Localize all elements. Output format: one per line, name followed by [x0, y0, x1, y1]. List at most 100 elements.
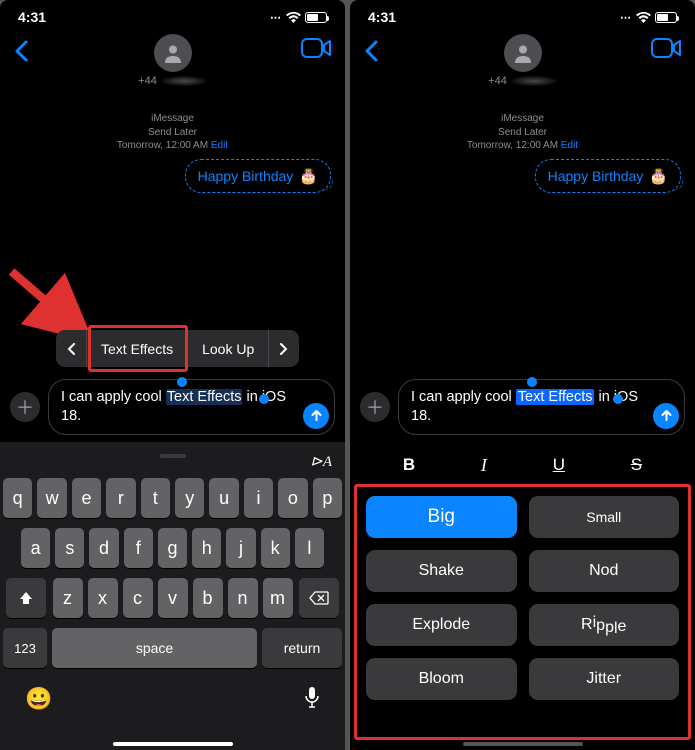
annotation-highlight-box	[88, 325, 188, 372]
message-input[interactable]: I can apply cool Text Effects in iOS 18.	[48, 379, 335, 435]
key-y[interactable]: y	[175, 478, 204, 518]
compose-selection: Text Effects	[166, 389, 243, 405]
dictation-key[interactable]	[304, 686, 320, 714]
compose-text-pre: I can apply cool	[61, 389, 166, 405]
battery-icon	[305, 12, 327, 23]
key-h[interactable]: h	[192, 528, 221, 568]
home-indicator[interactable]	[113, 742, 233, 746]
key-f[interactable]: f	[124, 528, 153, 568]
nav-bar: +44	[350, 28, 695, 88]
text-format-key[interactable]: ⊳A	[310, 452, 332, 471]
contact-number-prefix: +44	[138, 75, 157, 87]
wifi-icon	[286, 12, 301, 23]
compose-text-pre: I can apply cool	[411, 389, 516, 405]
contact-number-redacted	[511, 76, 557, 86]
key-u[interactable]: u	[209, 478, 238, 518]
key-n[interactable]: n	[228, 578, 258, 618]
keyboard-row-1: qwertyuiop	[3, 478, 342, 518]
send-later-info: iMessage Send Later Tomorrow, 12:00 AM E…	[350, 112, 695, 153]
send-button[interactable]	[303, 403, 329, 429]
context-menu-next[interactable]	[269, 330, 299, 367]
imessage-label: iMessage	[0, 112, 345, 126]
key-o[interactable]: o	[278, 478, 307, 518]
contact-header[interactable]: +44	[0, 34, 345, 87]
underline-button[interactable]: U	[553, 455, 565, 475]
key-c[interactable]: c	[123, 578, 153, 618]
strikethrough-button[interactable]: S	[631, 455, 642, 475]
key-a[interactable]: a	[21, 528, 50, 568]
scheduled-message-bubble[interactable]: Happy Birthday 🎂	[185, 159, 331, 193]
attachments-button[interactable]: ＋	[360, 392, 390, 422]
scheduled-message-text: Happy Birthday	[198, 168, 294, 184]
delete-key[interactable]	[299, 578, 339, 618]
status-bar: 4:31 ⋯	[0, 0, 345, 28]
send-later-time: Tomorrow, 12:00 AM	[467, 140, 558, 151]
cellular-dots-icon: ⋯	[270, 11, 282, 24]
key-g[interactable]: g	[158, 528, 187, 568]
emoji-key[interactable]: 😀	[25, 686, 52, 714]
attachments-button[interactable]: ＋	[10, 392, 40, 422]
keyboard-row-3: zxcvbnm	[3, 578, 342, 618]
italic-button[interactable]: I	[481, 455, 487, 476]
numbers-key[interactable]: 123	[3, 628, 47, 668]
key-m[interactable]: m	[263, 578, 293, 618]
selection-handle-end[interactable]	[259, 394, 269, 404]
selection-handle-start[interactable]	[177, 377, 187, 387]
context-menu-prev[interactable]	[56, 330, 86, 367]
cellular-dots-icon: ⋯	[620, 11, 632, 24]
edit-schedule-button[interactable]: Edit	[211, 140, 228, 151]
key-r[interactable]: r	[106, 478, 135, 518]
send-later-label: Send Later	[0, 126, 345, 140]
key-p[interactable]: p	[313, 478, 342, 518]
status-time: 4:31	[18, 9, 46, 25]
send-button[interactable]	[653, 403, 679, 429]
key-e[interactable]: e	[72, 478, 101, 518]
context-look-up[interactable]: Look Up	[188, 330, 268, 367]
key-j[interactable]: j	[226, 528, 255, 568]
key-z[interactable]: z	[53, 578, 83, 618]
key-k[interactable]: k	[261, 528, 290, 568]
keyboard-handle-icon	[160, 454, 186, 458]
selection-handle-end[interactable]	[613, 394, 623, 404]
avatar	[504, 34, 542, 72]
key-i[interactable]: i	[244, 478, 273, 518]
key-v[interactable]: v	[158, 578, 188, 618]
compose-row: ＋ I can apply cool Text Effects in iOS 1…	[350, 379, 695, 435]
battery-icon	[655, 12, 677, 23]
status-time: 4:31	[368, 9, 396, 25]
status-bar: 4:31 ⋯	[350, 0, 695, 28]
status-indicators: ⋯	[270, 11, 327, 24]
bold-button[interactable]: B	[403, 455, 415, 475]
message-input[interactable]: I can apply cool Text Effects in iOS 18.	[398, 379, 685, 435]
wifi-icon	[636, 12, 651, 23]
keyboard-row-4: 123 space return	[3, 628, 342, 668]
contact-header[interactable]: +44	[350, 34, 695, 87]
contact-number-prefix: +44	[488, 75, 507, 87]
key-s[interactable]: s	[55, 528, 84, 568]
keyboard-row-2: asdfghjkl	[3, 528, 342, 568]
contact-number-redacted	[161, 76, 207, 86]
key-q[interactable]: q	[3, 478, 32, 518]
key-b[interactable]: b	[193, 578, 223, 618]
key-t[interactable]: t	[141, 478, 170, 518]
screenshot-right: 4:31 ⋯ +44 iMessage Send Late	[350, 0, 695, 750]
scheduled-message-bubble[interactable]: Happy Birthday 🎂	[535, 159, 681, 193]
keyboard: ⊳A qwertyuiop asdfghjkl zxcvbnm 123 spac…	[0, 442, 345, 750]
home-indicator[interactable]	[463, 742, 583, 746]
format-bar: B I U S	[350, 450, 695, 480]
key-w[interactable]: w	[37, 478, 66, 518]
imessage-label: iMessage	[350, 112, 695, 126]
key-l[interactable]: l	[295, 528, 324, 568]
return-key[interactable]: return	[262, 628, 342, 668]
nav-bar: +44	[0, 28, 345, 88]
space-key[interactable]: space	[52, 628, 257, 668]
shift-key[interactable]	[6, 578, 46, 618]
compose-selection: Text Effects	[516, 389, 595, 405]
send-later-label: Send Later	[350, 126, 695, 140]
selection-handle-start[interactable]	[527, 377, 537, 387]
key-d[interactable]: d	[89, 528, 118, 568]
send-later-time: Tomorrow, 12:00 AM	[117, 140, 208, 151]
key-x[interactable]: x	[88, 578, 118, 618]
annotation-highlight-box	[354, 484, 691, 740]
edit-schedule-button[interactable]: Edit	[561, 140, 578, 151]
